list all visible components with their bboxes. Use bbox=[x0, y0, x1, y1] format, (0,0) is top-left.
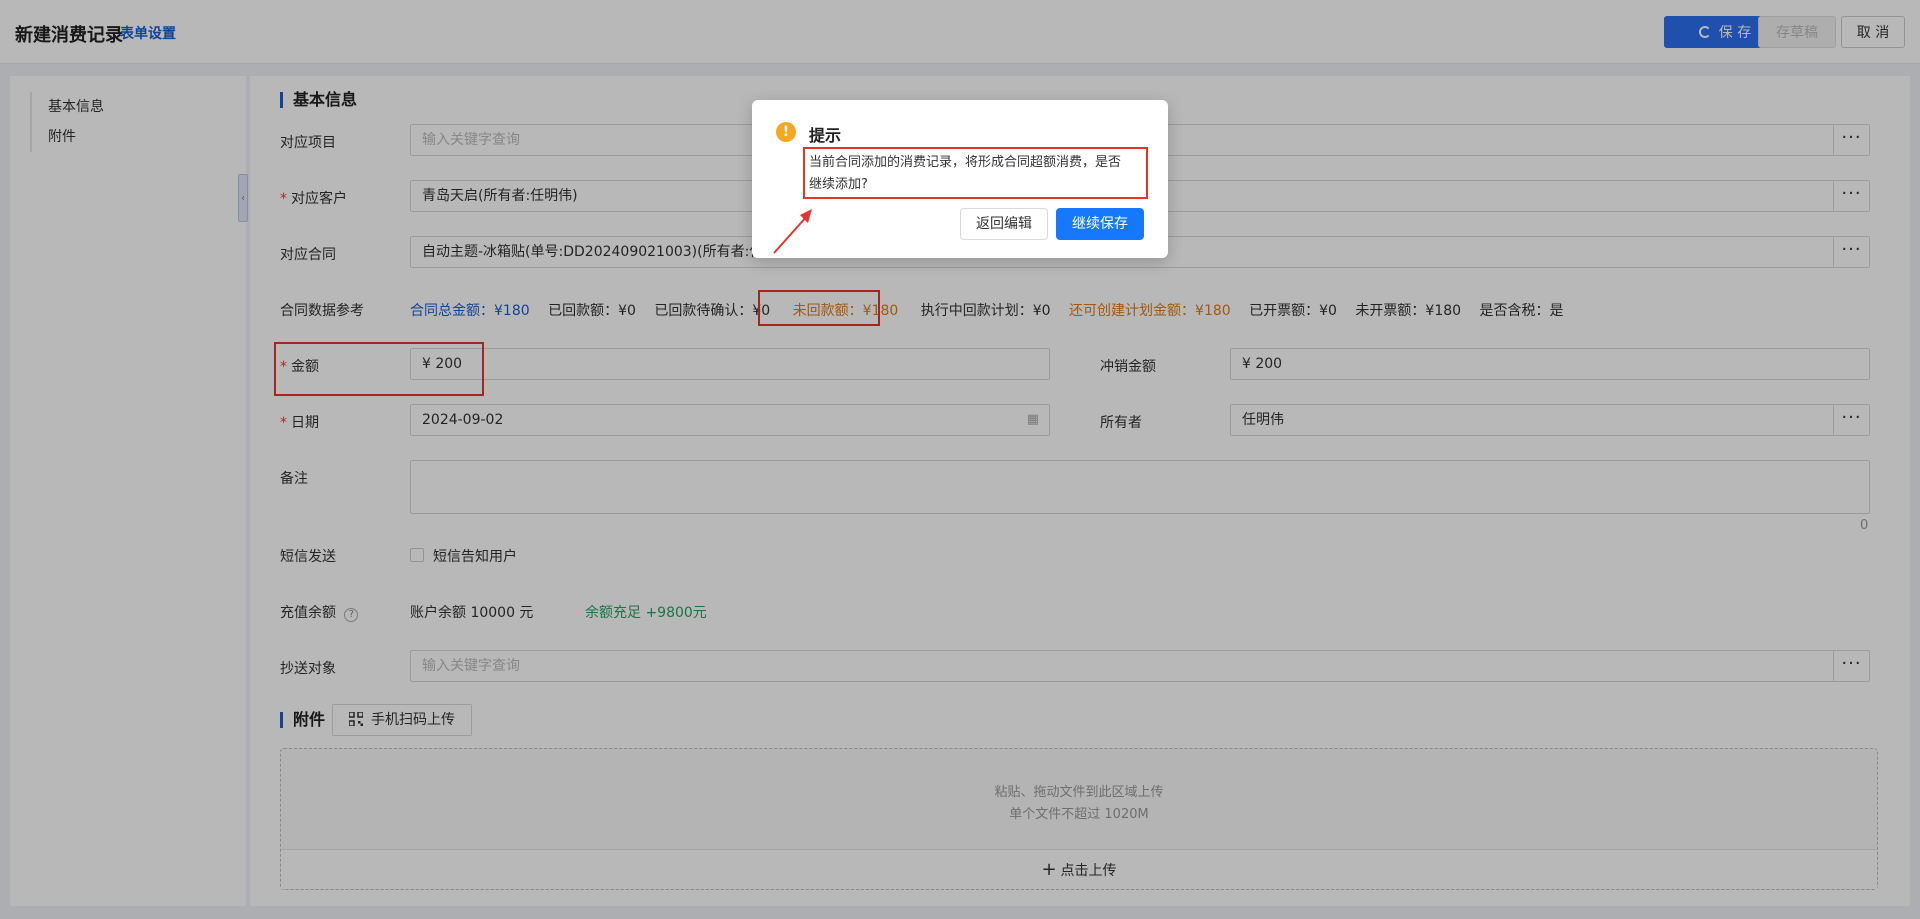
continue-save-button[interactable]: 继续保存 bbox=[1056, 208, 1144, 240]
dialog-title: 提示 bbox=[809, 126, 842, 145]
warning-icon: ! bbox=[776, 122, 796, 142]
annotation-arrow-icon bbox=[773, 209, 812, 254]
dialog-message: 当前合同添加的消费记录，将形成合同超额消费，是否继续添加? bbox=[809, 155, 1122, 192]
back-edit-button[interactable]: 返回编辑 bbox=[960, 208, 1048, 240]
